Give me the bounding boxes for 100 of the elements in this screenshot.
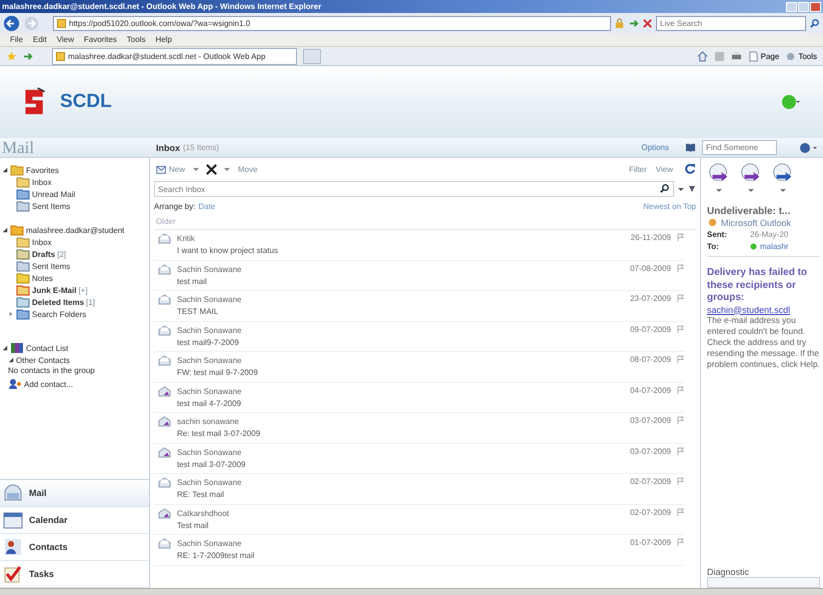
message-row[interactable]: Sachin Sonawane RE: 1-7-2009test mail 01-07-2009 [154, 535, 684, 566]
delete-icon[interactable] [205, 162, 218, 176]
caret-icon[interactable] [747, 186, 755, 194]
folder-item[interactable]: Drafts [32, 250, 56, 258]
close-button[interactable] [810, 2, 821, 12]
folder-item[interactable]: Favorites [26, 166, 59, 174]
message-row[interactable]: Catkarshdhoot Test mail 02-07-2009 [154, 504, 684, 535]
folder-item[interactable]: Sent Items [32, 262, 70, 270]
status-icon[interactable] [781, 94, 801, 110]
message-row[interactable]: Sachin Sonawane TEST MAIL 23-07-2009 [154, 291, 684, 322]
filter-button[interactable]: Filter [627, 164, 649, 174]
collapse-icon[interactable] [2, 227, 8, 233]
message-date: 01-07-2009 [630, 538, 671, 547]
flag-icon[interactable] [677, 294, 684, 303]
message-row[interactable]: Sachin Sonawane RE: Test mail 02-07-2009 [154, 474, 684, 504]
contact-list-item[interactable]: Contact List [26, 344, 68, 352]
flag-icon[interactable] [677, 477, 684, 486]
flag-icon[interactable] [677, 508, 684, 516]
caret-icon[interactable] [779, 186, 787, 194]
sender-name: Sachin Sonawane [177, 478, 242, 488]
expand-icon[interactable] [8, 311, 14, 317]
caret-icon[interactable] [677, 185, 685, 193]
home-icon[interactable] [696, 50, 708, 62]
add-contact-link[interactable]: Add contact... [24, 380, 73, 388]
search-field[interactable]: Live Search [656, 16, 806, 30]
empty-group-text: No contacts in the group [7, 366, 96, 377]
folder-item[interactable]: Junk E-Mail [32, 286, 76, 294]
toolbar-button[interactable]: Page [748, 50, 780, 62]
folder-item[interactable]: Search Folders [32, 310, 86, 318]
caret-icon[interactable] [223, 165, 232, 173]
message-row[interactable]: Sachin Sonawane test mail9-7-2009 09-07-2009 [154, 322, 684, 352]
collapse-icon[interactable] [688, 185, 696, 193]
star-icon[interactable] [6, 50, 17, 62]
recipient-link[interactable]: malashr [760, 242, 788, 250]
recipient-link[interactable]: sachin@student.scdl [707, 304, 820, 314]
message-row[interactable]: Sachin Sonawane test mail 3-07-2009 03-07-2009 [154, 444, 684, 474]
sender-name[interactable]: Microsoft Outlook [721, 218, 792, 228]
flag-icon[interactable] [677, 355, 684, 364]
folder-icon [16, 188, 30, 200]
address-field[interactable]: https://pod51020.outlook.com/owa/?wa=wsignin1.0 [53, 16, 611, 30]
find-someone-field[interactable]: Find Someone [702, 140, 777, 155]
contact-group-item[interactable]: Other Contacts [16, 356, 70, 364]
flag-icon[interactable] [677, 538, 684, 547]
caret-icon[interactable] [715, 186, 723, 194]
new-mail-icon [156, 164, 167, 174]
menu-item[interactable]: File [10, 35, 23, 44]
message-row[interactable]: Kritik I want to know project status 26-11-2009 [154, 230, 684, 260]
open-envelope-icon [158, 264, 171, 274]
menu-item[interactable]: Tools [126, 35, 146, 44]
message-body: The e-mail address you entered couldn't be found. Check the address and try resending the message. If the problem continues, click Help. [707, 314, 820, 370]
lock-icon [614, 18, 625, 28]
flag-icon[interactable] [677, 416, 684, 425]
collapse-icon[interactable] [8, 357, 14, 363]
section-title: Mail [1, 138, 36, 158]
folder-item[interactable]: Inbox [32, 238, 52, 246]
stop-icon[interactable] [642, 18, 653, 28]
menu-item[interactable]: Favorites [84, 35, 117, 44]
search-field[interactable]: Search Inbox [154, 181, 674, 197]
message-row[interactable]: Sachin Sonawane test mail 07-08-2009 [154, 260, 684, 291]
replied-mail-icon [158, 508, 171, 518]
open-envelope-icon [158, 324, 171, 336]
caret-icon[interactable] [192, 165, 200, 173]
back-icon[interactable] [3, 14, 20, 32]
unread-count: [2] [57, 250, 66, 258]
menu-item[interactable]: Help [155, 35, 172, 44]
menu-item[interactable]: View [56, 35, 74, 44]
message-row[interactable]: sachin sonawane Re: test mail 3-07-2009 03-07-2009 [154, 413, 684, 444]
flag-icon[interactable] [677, 233, 684, 242]
flag-icon[interactable] [677, 446, 684, 456]
maximize-button[interactable] [798, 2, 809, 12]
replied-mail-icon [158, 416, 171, 427]
print-icon[interactable] [730, 50, 742, 62]
move-button[interactable]: Move [236, 164, 260, 174]
view-button[interactable]: View [654, 164, 675, 174]
folder-item[interactable]: Sent Items [32, 202, 70, 210]
folder-item[interactable]: Inbox [32, 178, 52, 186]
horizontal-scrollbar[interactable] [707, 577, 820, 588]
flag-icon[interactable] [677, 264, 684, 272]
flag-icon[interactable] [677, 324, 684, 334]
folder-item[interactable]: malashree.dadkar@student [26, 226, 124, 234]
folder-item[interactable]: Unread Mail [32, 190, 76, 198]
message-subject: I want to know project status [177, 246, 279, 256]
collapse-icon[interactable] [2, 345, 8, 351]
options-link[interactable]: Options [641, 143, 669, 152]
nav-button[interactable]: Mail [0, 480, 149, 507]
new-button[interactable]: New [154, 164, 188, 174]
toolbar-button[interactable]: Tools [785, 50, 817, 62]
minimize-button[interactable] [786, 2, 797, 12]
search-icon[interactable] [659, 183, 670, 194]
folder-item[interactable]: Notes [32, 274, 53, 282]
menu-item[interactable]: Edit [32, 35, 47, 44]
folder-item[interactable]: Deleted Items [32, 298, 84, 306]
folder-icon [16, 296, 30, 308]
browser-tab[interactable]: malashree.dadkar@student.scdl.net - Outlook Web App [52, 48, 297, 64]
message-row[interactable]: Sachin Sonawane FW: test mail 9-7-2009 08-07-2009 [154, 352, 684, 382]
collapse-icon[interactable] [2, 167, 8, 173]
message-row[interactable]: Sachin Sonawane test mail 4-7-2009 04-07-2009 [154, 382, 684, 413]
sender-name: Sachin Sonawane [177, 386, 242, 396]
flag-icon[interactable] [677, 386, 684, 394]
address-book-icon[interactable] [685, 142, 696, 153]
